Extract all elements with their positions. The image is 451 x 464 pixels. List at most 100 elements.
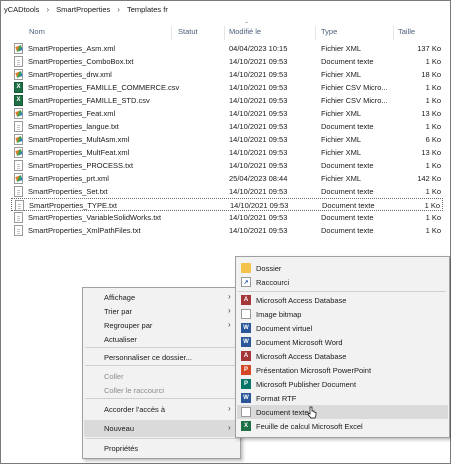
file-row[interactable]: SmartProperties_VariableSolidWorks.txt 14… [11,211,443,224]
file-modified: 25/04/2023 08:44 [229,174,288,183]
menu-customize-folder[interactable]: Personnaliser ce dossier... [104,353,192,362]
submenu-folder[interactable]: Dossier [256,264,281,273]
file-row[interactable]: SmartProperties_Feat.xml 14/10/2021 09:53… [11,107,443,120]
submenu-word-document[interactable]: Document Microsoft Word [256,338,343,347]
file-size: 1 Ko [424,201,440,210]
file-row[interactable]: SmartProperties_XmlPathFiles.txt 14/10/20… [11,224,443,237]
file-name: SmartProperties_drw.xml [28,70,112,79]
col-type[interactable]: Type [321,27,337,36]
menu-separator [85,438,237,439]
csv-file-icon: X [14,95,23,106]
access-icon: A [241,351,251,361]
text-document-icon [241,407,251,417]
file-type: Fichier CSV Micro... [321,83,388,92]
submenu-excel[interactable]: Feuille de calcul Microsoft Excel [256,422,363,431]
xml-file-icon [14,147,23,158]
breadcrumb-ycadtools[interactable]: yCADtools [4,5,39,14]
column-divider[interactable] [224,26,225,40]
file-row[interactable]: SmartProperties_ComboBox.txt 14/10/2021 0… [11,55,443,68]
chevron-right-icon: › [228,320,231,329]
submenu-separator [238,291,446,292]
new-submenu: Dossier ↗ Raccourci A Microsoft Access D… [235,256,450,438]
file-row[interactable]: SmartProperties_Asm.xml 04/04/2023 10:15 F… [11,42,443,55]
file-type: Document texte [322,201,375,210]
file-modified: 14/10/2021 09:53 [229,161,288,170]
text-file-icon [14,56,23,67]
csv-file-icon: X [14,82,23,93]
file-row[interactable]: SmartProperties_Set.txt 14/10/2021 09:53 D… [11,185,443,198]
breadcrumb-smartproperties[interactable]: SmartProperties [56,5,110,14]
submenu-publisher[interactable]: Microsoft Publisher Document [256,380,356,389]
file-size: 137 Ko [417,44,441,53]
menu-refresh[interactable]: Actualiser [104,335,137,344]
text-file-icon [14,225,23,236]
file-modified: 14/10/2021 09:53 [229,213,288,222]
submenu-text-document[interactable]: Document texte [256,408,309,417]
file-modified: 14/10/2021 09:53 [229,57,288,66]
menu-new[interactable]: Nouveau [104,424,134,433]
submenu-virtual-document[interactable]: Document virtuel [256,324,312,333]
file-name: SmartProperties_prt.xml [28,174,109,183]
col-modified[interactable]: Modifié le [229,27,261,36]
xml-file-icon [14,173,23,184]
column-divider[interactable] [315,26,316,40]
submenu-shortcut[interactable]: Raccourci [256,278,289,287]
menu-group-by[interactable]: Regrouper par [104,321,152,330]
powerpoint-icon: P [241,365,251,375]
file-name: SmartProperties_FAMILLE_COMMERCE.csv [28,83,180,92]
file-name: SmartProperties_PROCESS.txt [28,161,134,170]
submenu-access-database[interactable]: Microsoft Access Database [256,296,346,305]
file-name: SmartProperties_MultAsm.xml [28,135,130,144]
rtf-icon: W [241,393,251,403]
menu-sort-by[interactable]: Trier par [104,307,132,316]
chevron-right-icon: › [46,4,50,14]
mouse-cursor-icon [307,406,317,419]
file-name: SmartProperties_Set.txt [28,187,108,196]
col-size[interactable]: Taille [398,27,415,36]
xml-file-icon [14,108,23,119]
menu-view[interactable]: Affichage [104,293,135,302]
file-name: SmartProperties_FAMILLE_STD.csv [28,96,150,105]
file-type: Document texte [321,57,374,66]
submenu-bitmap[interactable]: Image bitmap [256,310,301,319]
column-divider[interactable] [171,26,172,40]
file-row[interactable]: SmartProperties_prt.xml 25/04/2023 08:44 F… [11,172,443,185]
submenu-access-database-2[interactable]: Microsoft Access Database [256,352,346,361]
menu-properties[interactable]: Propriétés [104,444,138,453]
file-size: 1 Ko [425,213,441,222]
breadcrumb-templates-fr[interactable]: Templates fr [127,5,168,14]
file-row[interactable]: SmartProperties_drw.xml 14/10/2021 09:53 F… [11,68,443,81]
menu-give-access[interactable]: Accorder l'accès à [104,405,165,414]
file-type: Fichier CSV Micro... [321,96,388,105]
file-row[interactable]: SmartProperties_PROCESS.txt 14/10/2021 09… [11,159,443,172]
file-type: Document texte [321,161,374,170]
bitmap-icon [241,309,251,319]
column-divider[interactable] [393,26,394,40]
file-modified: 14/10/2021 09:53 [229,122,288,131]
file-row[interactable]: SmartProperties_MultFeat.xml 14/10/2021 0… [11,146,443,159]
menu-separator [85,398,237,399]
folder-icon [241,263,251,273]
file-row[interactable]: SmartProperties_langue.txt 14/10/2021 09:… [11,120,443,133]
menu-separator [85,347,237,348]
shortcut-icon: ↗ [241,277,251,287]
file-row[interactable]: X SmartProperties_FAMILLE_COMMERCE.csv 14/… [11,81,443,94]
file-size: 1 Ko [425,161,441,170]
file-modified: 04/04/2023 10:15 [229,44,288,53]
context-menu: Affichage › Trier par › Regrouper par › … [82,287,241,459]
file-modified: 14/10/2021 09:53 [229,187,288,196]
file-size: 1 Ko [425,96,441,105]
file-type: Fichier XML [321,109,362,118]
col-status[interactable]: Statut [178,27,198,36]
col-name[interactable]: Nom [29,27,45,36]
file-row-selected[interactable]: SmartProperties_TYPE.txt 14/10/2021 09:53… [11,198,443,211]
submenu-powerpoint[interactable]: Présentation Microsoft PowerPoint [256,366,371,375]
file-row[interactable]: X SmartProperties_FAMILLE_STD.csv 14/10/20… [11,94,443,107]
file-row[interactable]: SmartProperties_MultAsm.xml 14/10/2021 09… [11,133,443,146]
file-name: SmartProperties_MultFeat.xml [28,148,130,157]
menu-paste-shortcut: Coller le raccourci [104,386,165,395]
submenu-rtf[interactable]: Format RTF [256,394,296,403]
file-type: Fichier XML [321,174,362,183]
file-name: SmartProperties_Feat.xml [28,109,116,118]
xml-file-icon [14,69,23,80]
